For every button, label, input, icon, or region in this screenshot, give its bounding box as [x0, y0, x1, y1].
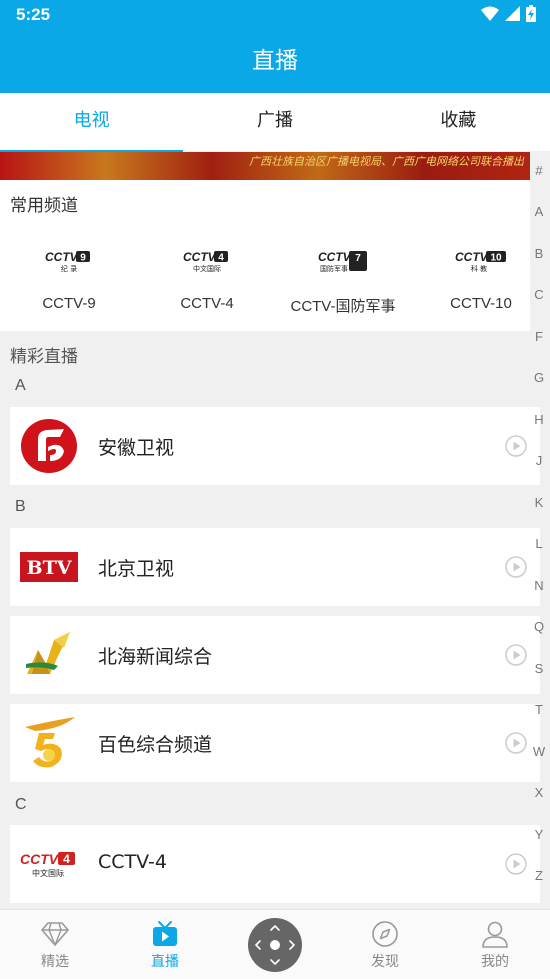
cctv9-logo-icon: CCTV 9 纪 录	[0, 248, 138, 274]
group-letter-a: A	[15, 377, 26, 394]
live-section-title: 精彩直播	[10, 347, 78, 367]
channel-name: CCTV-9	[42, 295, 96, 312]
compass-icon	[372, 921, 398, 947]
svg-text:CCTV: CCTV	[45, 250, 79, 264]
channel-name: CCTV-4	[180, 295, 234, 312]
wifi-icon	[481, 6, 499, 21]
svg-text:9: 9	[80, 253, 86, 264]
nav-label: 发现	[371, 954, 399, 970]
diamond-icon	[41, 922, 69, 946]
index-letter[interactable]: T	[528, 702, 550, 717]
nav-label: 我的	[481, 954, 509, 970]
index-letter[interactable]: J	[528, 453, 550, 468]
index-letter[interactable]: W	[528, 744, 550, 759]
svg-text:CCTV: CCTV	[183, 250, 217, 264]
svg-text:4: 4	[63, 852, 70, 866]
nav-discover[interactable]: 发现	[345, 920, 425, 971]
index-letter[interactable]: X	[528, 785, 550, 800]
user-icon	[482, 921, 508, 948]
channel-cctv7[interactable]: CCTV 7 国防军事 CCTV-国防军事	[274, 248, 412, 316]
svg-text:7: 7	[355, 253, 361, 264]
index-letter[interactable]: B	[528, 246, 550, 261]
list-item-beihai[interactable]: 北海新闻综合	[10, 616, 540, 694]
nav-label: 直播	[151, 954, 179, 970]
channel-name: 北京卫视	[98, 558, 175, 580]
channel-cctv4[interactable]: CCTV 4 中文国际 CCTV-4	[138, 248, 276, 312]
banner-image[interactable]: 广西壮族自治区广播电视局、广西广电网络公司联合播出	[0, 152, 530, 180]
bottom-nav: 精选 直播 发现 我的	[0, 909, 550, 979]
index-letter[interactable]: Z	[528, 868, 550, 883]
nav-featured[interactable]: 精选	[15, 920, 95, 971]
tab-radio[interactable]: 广播	[183, 93, 366, 151]
index-letter[interactable]: Y	[528, 827, 550, 842]
index-letter[interactable]: H	[528, 412, 550, 427]
play-icon[interactable]	[505, 853, 527, 875]
beihai-tv-logo-icon	[20, 626, 78, 684]
common-channels-panel: 常用频道 CCTV 9 纪 录 CCTV-9 CCTV 4 中文国际 CCTV-4 CC…	[0, 180, 530, 331]
svg-text:中文国际: 中文国际	[32, 868, 64, 878]
svg-text:纪 录: 纪 录	[61, 264, 77, 273]
cctv4-logo-icon: CCTV 4 中文国际	[138, 248, 276, 274]
index-letter[interactable]: Q	[528, 619, 550, 634]
nav-profile[interactable]: 我的	[455, 920, 535, 971]
status-icons	[481, 5, 536, 22]
play-icon[interactable]	[505, 732, 527, 754]
btv-logo-icon: BTV	[20, 538, 78, 596]
play-icon[interactable]	[505, 556, 527, 578]
channel-name: 北海新闻综合	[98, 646, 213, 668]
channel-name: 百色综合频道	[98, 734, 213, 756]
anhui-tv-logo-icon	[20, 417, 78, 475]
group-letter-c: C	[15, 796, 27, 813]
index-letter[interactable]: G	[528, 370, 550, 385]
svg-text:CCTV: CCTV	[20, 851, 60, 867]
svg-text:10: 10	[490, 253, 502, 264]
tv-play-icon	[153, 921, 177, 946]
index-letter[interactable]: #	[528, 163, 550, 178]
cctv4-logo-icon: CCTV 4 中文国际	[20, 835, 78, 893]
channel-name: 安徽卫视	[98, 437, 175, 459]
tab-tv[interactable]: 电视	[0, 93, 184, 153]
list-item-baise[interactable]: 百色综合频道	[10, 704, 540, 782]
tab-bar: 电视 广播 收藏	[0, 93, 550, 153]
signal-icon	[505, 6, 520, 21]
index-letter[interactable]: N	[528, 578, 550, 593]
index-letter[interactable]: K	[528, 495, 550, 510]
common-channels-title: 常用频道	[10, 196, 78, 216]
list-item-cctv4[interactable]: CCTV 4 中文国际 CCTV-4	[10, 825, 540, 903]
index-letter[interactable]: C	[528, 287, 550, 302]
baise-tv-logo-icon	[20, 714, 78, 772]
group-letter-b: B	[15, 498, 26, 515]
list-item-anhui[interactable]: 安徽卫视	[10, 407, 540, 485]
svg-text:中文国际: 中文国际	[193, 264, 221, 273]
nav-label: 精选	[41, 954, 69, 970]
remote-control-icon	[255, 925, 295, 965]
banner-text: 广西壮族自治区广播电视局、广西广电网络公司联合播出	[249, 155, 524, 168]
index-letter[interactable]: S	[528, 661, 550, 676]
play-icon[interactable]	[505, 644, 527, 666]
play-icon[interactable]	[505, 435, 527, 457]
svg-text:CCTV: CCTV	[318, 250, 352, 264]
cctv7-logo-icon: CCTV 7 国防军事	[274, 248, 412, 274]
status-bar: 5:25	[0, 0, 550, 30]
list-item-beijing[interactable]: BTV 北京卫视	[10, 528, 540, 606]
battery-icon	[526, 5, 536, 22]
nav-live[interactable]: 直播	[125, 920, 205, 971]
status-time: 5:25	[16, 5, 51, 24]
index-letter[interactable]: L	[528, 536, 550, 551]
app-bar: 直播	[0, 30, 550, 93]
index-letter[interactable]: A	[528, 204, 550, 219]
channel-cctv9[interactable]: CCTV 9 纪 录 CCTV-9	[0, 248, 138, 312]
page-title: 直播	[252, 48, 298, 74]
tab-favorites[interactable]: 收藏	[367, 93, 550, 151]
remote-control-button[interactable]	[248, 918, 302, 972]
svg-text:BTV: BTV	[27, 557, 73, 579]
index-letter[interactable]: F	[528, 329, 550, 344]
channel-name: CCTV-国防军事	[290, 298, 396, 315]
svg-text:4: 4	[218, 253, 224, 264]
svg-text:CCTV: CCTV	[455, 250, 489, 264]
svg-text:国防军事: 国防军事	[320, 264, 348, 273]
svg-text:科 教: 科 教	[471, 264, 487, 273]
channel-name: CCTV-4	[98, 851, 167, 873]
